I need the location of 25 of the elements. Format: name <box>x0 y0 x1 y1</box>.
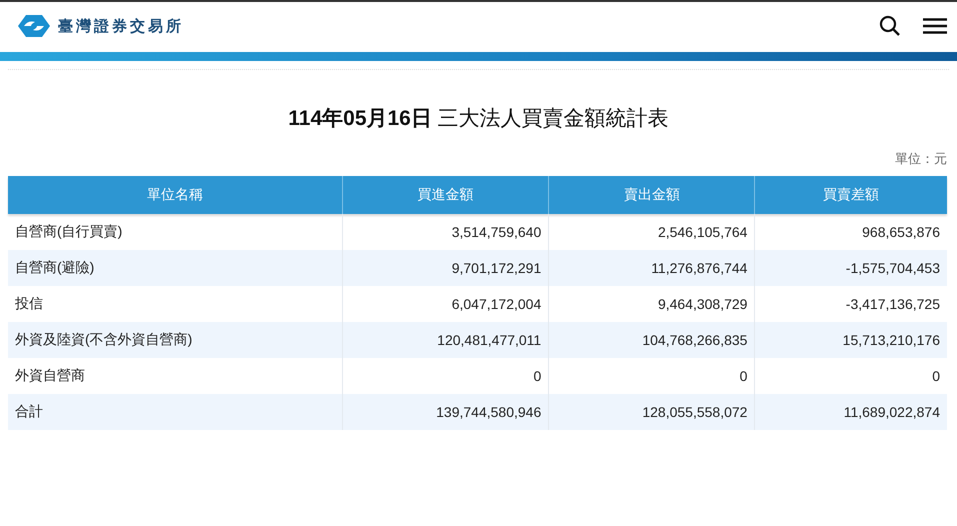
table-cell: 合計 <box>8 394 342 430</box>
column-header: 賣出金額 <box>548 176 755 214</box>
table-cell: 外資及陸資(不含外資自營商) <box>8 322 342 358</box>
table-cell: 968,653,876 <box>754 214 947 250</box>
table-cell: 15,713,210,176 <box>754 322 947 358</box>
menu-icon[interactable] <box>923 18 947 34</box>
table-cell: 自營商(避險) <box>8 250 342 286</box>
column-header: 買進金額 <box>342 176 549 214</box>
column-header: 買賣差額 <box>754 176 947 214</box>
table-cell: 0 <box>754 358 947 394</box>
table-cell: -1,575,704,453 <box>754 250 947 286</box>
table-cell: 104,768,266,835 <box>548 322 755 358</box>
table-cell: 139,744,580,946 <box>342 394 549 430</box>
search-icon[interactable] <box>879 15 901 37</box>
table-cell: 120,481,477,011 <box>342 322 549 358</box>
logo-icon <box>18 13 50 39</box>
table-cell: 128,055,558,072 <box>548 394 755 430</box>
table-cell: 11,276,876,744 <box>548 250 755 286</box>
column-header: 單位名稱 <box>8 176 342 214</box>
report-title: 114年05月16日 三大法人買賣金額統計表 <box>287 106 670 132</box>
table-cell: -3,417,136,725 <box>754 286 947 322</box>
table-cell: 11,689,022,874 <box>754 394 947 430</box>
unit-label: 單位：元 <box>894 150 948 168</box>
site-name[interactable]: 臺灣證券交易所 <box>58 16 184 36</box>
table-cell: 9,701,172,291 <box>342 250 549 286</box>
